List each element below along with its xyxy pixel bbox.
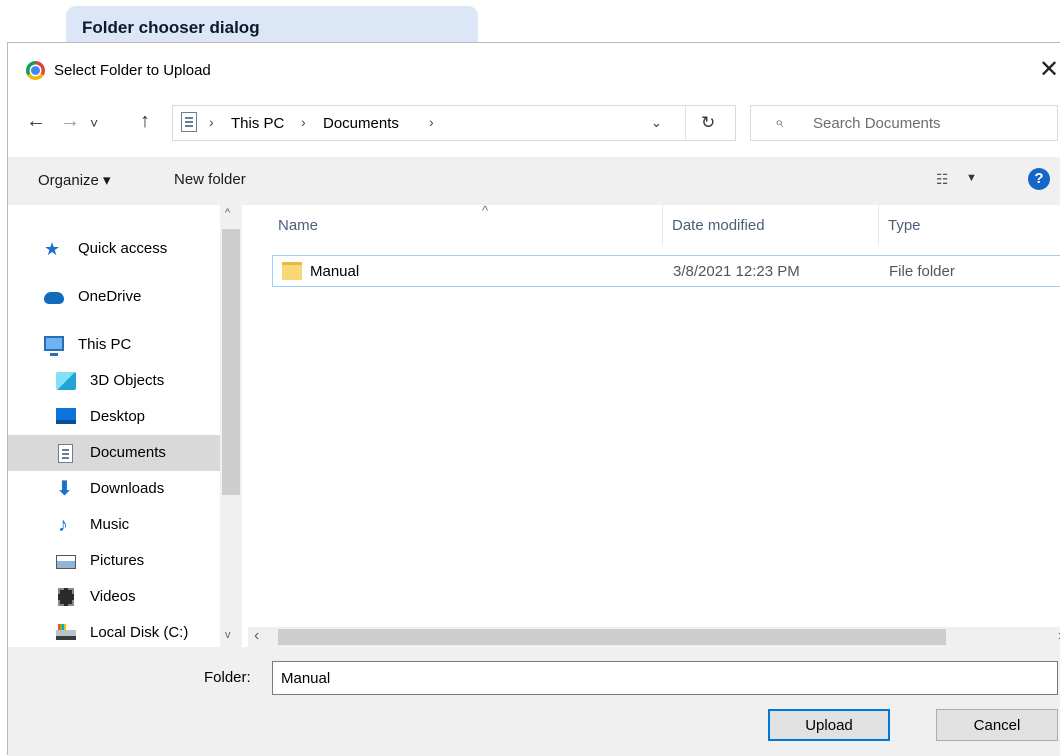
view-dropdown-icon[interactable]: ▼ (966, 172, 977, 184)
column-divider[interactable] (662, 205, 663, 245)
column-header-label: Date modified (672, 217, 765, 234)
folder-field-label: Folder: (204, 669, 251, 686)
cube-icon (56, 372, 76, 390)
breadcrumb-separator: › (301, 114, 306, 130)
dialog-footer: Folder: Upload Cancel (8, 647, 1060, 756)
breadcrumb-separator: › (209, 114, 214, 130)
address-dropdown-chevron-icon[interactable]: ⌄ (651, 115, 662, 131)
new-folder-button[interactable]: New folder (174, 171, 246, 188)
sidebar-item-label: Videos (90, 588, 136, 605)
column-divider[interactable] (878, 205, 879, 245)
up-button[interactable]: ↑ (140, 111, 150, 131)
navigation-pane-scrollbar[interactable]: ^ v (220, 205, 242, 647)
help-icon[interactable]: ? (1028, 168, 1050, 190)
sidebar-item-label: Downloads (90, 480, 165, 497)
search-input[interactable]: Search Documents (813, 115, 941, 132)
back-button[interactable]: ← (26, 111, 46, 131)
star-icon: ★ (44, 239, 61, 259)
navigation-row: ← → ˅ ↑ › This PC › Documents › ⌄ ↻ ⌕ Se… (8, 99, 1060, 147)
column-header-label: Type (888, 217, 921, 234)
desktop-icon (56, 408, 76, 424)
scroll-left-icon[interactable]: ‹ (254, 627, 259, 645)
view-options-icon[interactable]: ☷ (936, 171, 949, 188)
table-row[interactable]: Manual 3/8/2021 12:23 PM File folder (272, 255, 1060, 287)
breadcrumb-this-pc[interactable]: This PC (231, 115, 284, 132)
address-bar[interactable]: › This PC › Documents › ⌄ ↻ (172, 105, 736, 141)
search-icon: ⌕ (775, 114, 784, 131)
film-icon (58, 588, 74, 606)
column-header-label: Name (278, 217, 319, 234)
sidebar-item-quick-access[interactable]: ★ Quick access (8, 231, 220, 267)
sidebar-item-videos[interactable]: Videos (8, 579, 220, 615)
folder-chooser-dialog: Select Folder to Upload ✕ ← → ˅ ↑ › This… (7, 42, 1060, 756)
sidebar-item-desktop[interactable]: Desktop (8, 399, 220, 435)
breadcrumb-documents[interactable]: Documents (323, 115, 399, 132)
documents-icon (181, 112, 197, 132)
sidebar-item-label: 3D Objects (90, 372, 165, 389)
file-list: Name ^ Date modified Type Manual 3/8/202… (248, 203, 1060, 647)
cancel-button[interactable]: Cancel (936, 709, 1058, 741)
computer-icon (44, 336, 64, 356)
sidebar-item-onedrive[interactable]: OneDrive (8, 279, 220, 315)
recent-locations-button[interactable]: ˅ (90, 113, 98, 133)
sidebar-item-label: Local Disk (C:) (90, 624, 189, 641)
window-title: Select Folder to Upload (54, 62, 211, 79)
sidebar-item-label: Music (90, 516, 130, 533)
sidebar-item-label: This PC (78, 336, 132, 353)
sidebar-item-music[interactable]: ♪ Music (8, 507, 220, 543)
address-divider (685, 106, 686, 140)
dialog-caption: Folder chooser dialog (66, 6, 478, 42)
documents-icon (58, 444, 73, 463)
column-header-type[interactable]: Type (880, 205, 1060, 245)
folder-name-input[interactable] (272, 661, 1058, 695)
breadcrumb-separator[interactable]: › (429, 114, 434, 130)
column-header-date-modified[interactable]: Date modified (664, 205, 878, 245)
scroll-up-icon[interactable]: ^ (225, 207, 230, 219)
scroll-down-icon[interactable]: v (225, 629, 231, 641)
command-bar: Organize ▾ New folder ☷ ▼ ? (8, 157, 1060, 205)
file-type: File folder (889, 263, 955, 280)
sort-ascending-icon: ^ (482, 203, 489, 218)
scrollbar-thumb[interactable] (278, 629, 946, 645)
chrome-icon (26, 61, 45, 80)
sidebar-item-3d-objects[interactable]: 3D Objects (8, 363, 220, 399)
column-header-name[interactable]: Name ^ (270, 203, 662, 245)
sidebar-item-label: Desktop (90, 408, 146, 425)
sidebar-item-this-pc[interactable]: This PC (8, 327, 220, 363)
sidebar-item-label: Pictures (90, 552, 145, 569)
sidebar-item-label: Quick access (78, 240, 168, 257)
file-name: Manual (310, 263, 360, 280)
scrollbar-thumb[interactable] (222, 229, 240, 495)
sidebar-item-documents[interactable]: Documents (8, 435, 220, 471)
close-button[interactable]: ✕ (1034, 55, 1060, 85)
sidebar-item-local-disk[interactable]: Local Disk (C:) (8, 615, 220, 651)
download-icon: ⬇ (56, 478, 73, 500)
search-box[interactable]: ⌕ Search Documents (750, 105, 1058, 141)
organize-button[interactable]: Organize ▾ (38, 171, 111, 189)
disk-icon (56, 624, 76, 640)
music-note-icon: ♪ (58, 514, 68, 536)
folder-icon (282, 262, 302, 280)
navigation-pane: ★ Quick access OneDrive This PC 3D Objec… (8, 205, 220, 647)
sidebar-item-pictures[interactable]: Pictures (8, 543, 220, 579)
title-bar: Select Folder to Upload ✕ (8, 43, 1060, 99)
file-list-horizontal-scrollbar[interactable]: ‹ › (248, 627, 1060, 647)
forward-button[interactable]: → (60, 111, 80, 131)
cloud-icon (44, 292, 64, 304)
sidebar-item-downloads[interactable]: ⬇ Downloads (8, 471, 220, 507)
upload-button[interactable]: Upload (768, 709, 890, 741)
sidebar-item-label: Documents (90, 444, 166, 461)
sidebar-item-label: OneDrive (78, 288, 142, 305)
refresh-icon[interactable]: ↻ (701, 113, 715, 133)
file-date-modified: 3/8/2021 12:23 PM (673, 263, 800, 280)
pictures-icon (56, 555, 76, 569)
